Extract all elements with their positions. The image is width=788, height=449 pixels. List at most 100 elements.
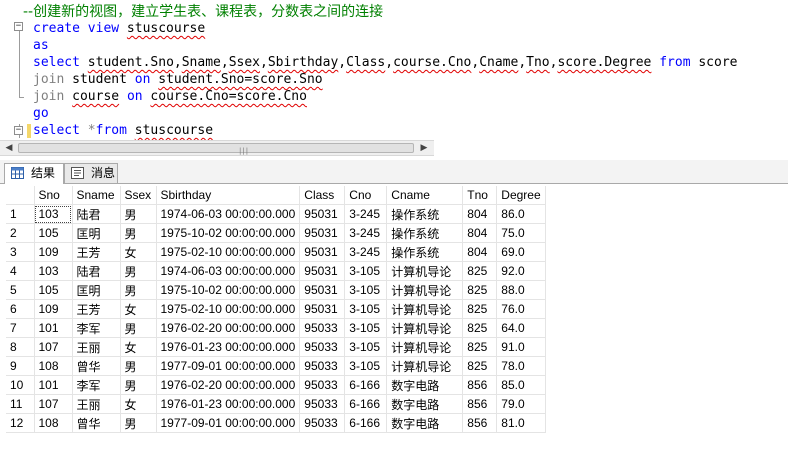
table-cell[interactable]: 3-105: [344, 299, 388, 319]
table-cell[interactable]: 男: [120, 375, 157, 395]
table-cell[interactable]: 95033: [299, 394, 346, 414]
table-cell[interactable]: 数字电路: [386, 413, 464, 433]
row-number[interactable]: 8: [6, 337, 35, 357]
table-cell[interactable]: 计算机导论: [386, 261, 464, 281]
row-number-header[interactable]: [6, 186, 35, 205]
table-cell[interactable]: 825: [462, 280, 498, 300]
column-header[interactable]: Degree: [496, 186, 546, 205]
table-cell[interactable]: 1974-06-03 00:00:00.000: [156, 204, 301, 224]
table-cell[interactable]: 6-166: [344, 375, 388, 395]
table-cell[interactable]: 操作系统: [386, 223, 464, 243]
table-cell[interactable]: 1975-10-02 00:00:00.000: [156, 223, 301, 243]
table-cell[interactable]: 男: [120, 204, 157, 224]
table-row[interactable]: 8 107 王丽女 1976-01-23 00:00:00.000 95033 3-105…: [6, 337, 546, 357]
tab-messages[interactable]: 消息: [64, 163, 118, 183]
table-row[interactable]: 11 107 王丽女 1976-01-23 00:00:00.000 95033 6-16…: [6, 394, 546, 414]
table-cell[interactable]: 101: [34, 318, 73, 338]
table-cell[interactable]: 95031: [299, 223, 346, 243]
row-number[interactable]: 5: [6, 280, 35, 300]
table-cell[interactable]: 女: [120, 242, 157, 262]
table-cell[interactable]: 1975-10-02 00:00:00.000: [156, 280, 301, 300]
row-number[interactable]: 3: [6, 242, 35, 262]
table-cell[interactable]: 1974-06-03 00:00:00.000: [156, 261, 301, 281]
row-number[interactable]: 9: [6, 356, 35, 376]
table-cell[interactable]: 王丽: [72, 394, 121, 414]
table-cell[interactable]: 3-105: [344, 261, 388, 281]
table-cell[interactable]: 6-166: [344, 394, 388, 414]
table-cell[interactable]: 105: [34, 280, 73, 300]
table-cell[interactable]: 95031: [299, 261, 346, 281]
row-number[interactable]: 7: [6, 318, 35, 338]
table-row[interactable]: 9 108 曾华男 1977-09-01 00:00:00.000 95033 3-105…: [6, 356, 546, 376]
table-cell[interactable]: 6-166: [344, 413, 388, 433]
table-cell[interactable]: 103: [34, 204, 73, 224]
table-cell[interactable]: 匡明: [72, 280, 121, 300]
table-cell[interactable]: 计算机导论: [386, 356, 464, 376]
table-cell[interactable]: 男: [120, 413, 157, 433]
table-cell[interactable]: 女: [120, 299, 157, 319]
table-row[interactable]: 1 103 陆君男 1974-06-03 00:00:00.000 95031 3-245…: [6, 204, 546, 224]
table-row[interactable]: 4 103 陆君男 1974-06-03 00:00:00.000 95031 3-105…: [6, 261, 546, 281]
row-number[interactable]: 12: [6, 413, 35, 433]
table-cell[interactable]: 825: [462, 356, 498, 376]
table-cell[interactable]: 3-105: [344, 280, 388, 300]
table-cell[interactable]: 108: [34, 356, 73, 376]
table-cell[interactable]: 男: [120, 356, 157, 376]
column-header[interactable]: Sname: [72, 186, 121, 205]
table-cell[interactable]: 数字电路: [386, 394, 464, 414]
table-cell[interactable]: 79.0: [496, 394, 546, 414]
table-cell[interactable]: 69.0: [496, 242, 546, 262]
table-cell[interactable]: 804: [462, 204, 498, 224]
table-row[interactable]: 10 101 李军男 1976-02-20 00:00:00.000 95033 6-16…: [6, 375, 546, 395]
table-cell[interactable]: 计算机导论: [386, 337, 464, 357]
row-number[interactable]: 10: [6, 375, 35, 395]
table-cell[interactable]: 操作系统: [386, 204, 464, 224]
table-cell[interactable]: 108: [34, 413, 73, 433]
table-cell[interactable]: 1977-09-01 00:00:00.000: [156, 356, 301, 376]
table-row[interactable]: 6 109 王芳女 1975-02-10 00:00:00.000 95031 3-105…: [6, 299, 546, 319]
table-cell[interactable]: 1976-01-23 00:00:00.000: [156, 337, 301, 357]
table-cell[interactable]: 王芳: [72, 299, 121, 319]
table-cell[interactable]: 1976-02-20 00:00:00.000: [156, 375, 301, 395]
table-cell[interactable]: 856: [462, 413, 498, 433]
table-cell[interactable]: 1977-09-01 00:00:00.000: [156, 413, 301, 433]
table-cell[interactable]: 825: [462, 299, 498, 319]
table-cell[interactable]: 计算机导论: [386, 299, 464, 319]
table-cell[interactable]: 3-245: [344, 204, 388, 224]
table-row[interactable]: 2 105 匡明男 1975-10-02 00:00:00.000 95031 3-245…: [6, 223, 546, 243]
table-cell[interactable]: 109: [34, 299, 73, 319]
table-cell[interactable]: 91.0: [496, 337, 546, 357]
table-cell[interactable]: 86.0: [496, 204, 546, 224]
table-cell[interactable]: 男: [120, 318, 157, 338]
collapse-icon[interactable]: −: [14, 22, 23, 31]
row-number[interactable]: 11: [6, 394, 35, 414]
sql-editor[interactable]: − − --创建新的视图，建立学生表、课程表，分数表之间的连接 create v…: [0, 0, 788, 140]
table-cell[interactable]: 1976-02-20 00:00:00.000: [156, 318, 301, 338]
table-cell[interactable]: 操作系统: [386, 242, 464, 262]
table-cell[interactable]: 88.0: [496, 280, 546, 300]
column-header[interactable]: Cno: [344, 186, 388, 205]
table-cell[interactable]: 1976-01-23 00:00:00.000: [156, 394, 301, 414]
table-cell[interactable]: 92.0: [496, 261, 546, 281]
table-cell[interactable]: 109: [34, 242, 73, 262]
column-header[interactable]: Sno: [34, 186, 73, 205]
tab-results[interactable]: 结果: [4, 163, 64, 184]
column-header[interactable]: Tno: [462, 186, 498, 205]
table-cell[interactable]: 804: [462, 223, 498, 243]
table-cell[interactable]: 103: [34, 261, 73, 281]
row-number[interactable]: 4: [6, 261, 35, 281]
column-header[interactable]: Sbirthday: [156, 186, 301, 205]
table-cell[interactable]: 计算机导论: [386, 318, 464, 338]
table-cell[interactable]: 曾华: [72, 356, 121, 376]
table-cell[interactable]: 95033: [299, 337, 346, 357]
table-cell[interactable]: 825: [462, 318, 498, 338]
table-cell[interactable]: 李军: [72, 318, 121, 338]
table-cell[interactable]: 95033: [299, 356, 346, 376]
table-cell[interactable]: 匡明: [72, 223, 121, 243]
table-cell[interactable]: 男: [120, 223, 157, 243]
table-cell[interactable]: 3-245: [344, 223, 388, 243]
table-row[interactable]: 12 108 曾华男 1977-09-01 00:00:00.000 95033 6-16…: [6, 413, 546, 433]
table-cell[interactable]: 女: [120, 337, 157, 357]
table-cell[interactable]: 76.0: [496, 299, 546, 319]
table-cell[interactable]: 825: [462, 261, 498, 281]
